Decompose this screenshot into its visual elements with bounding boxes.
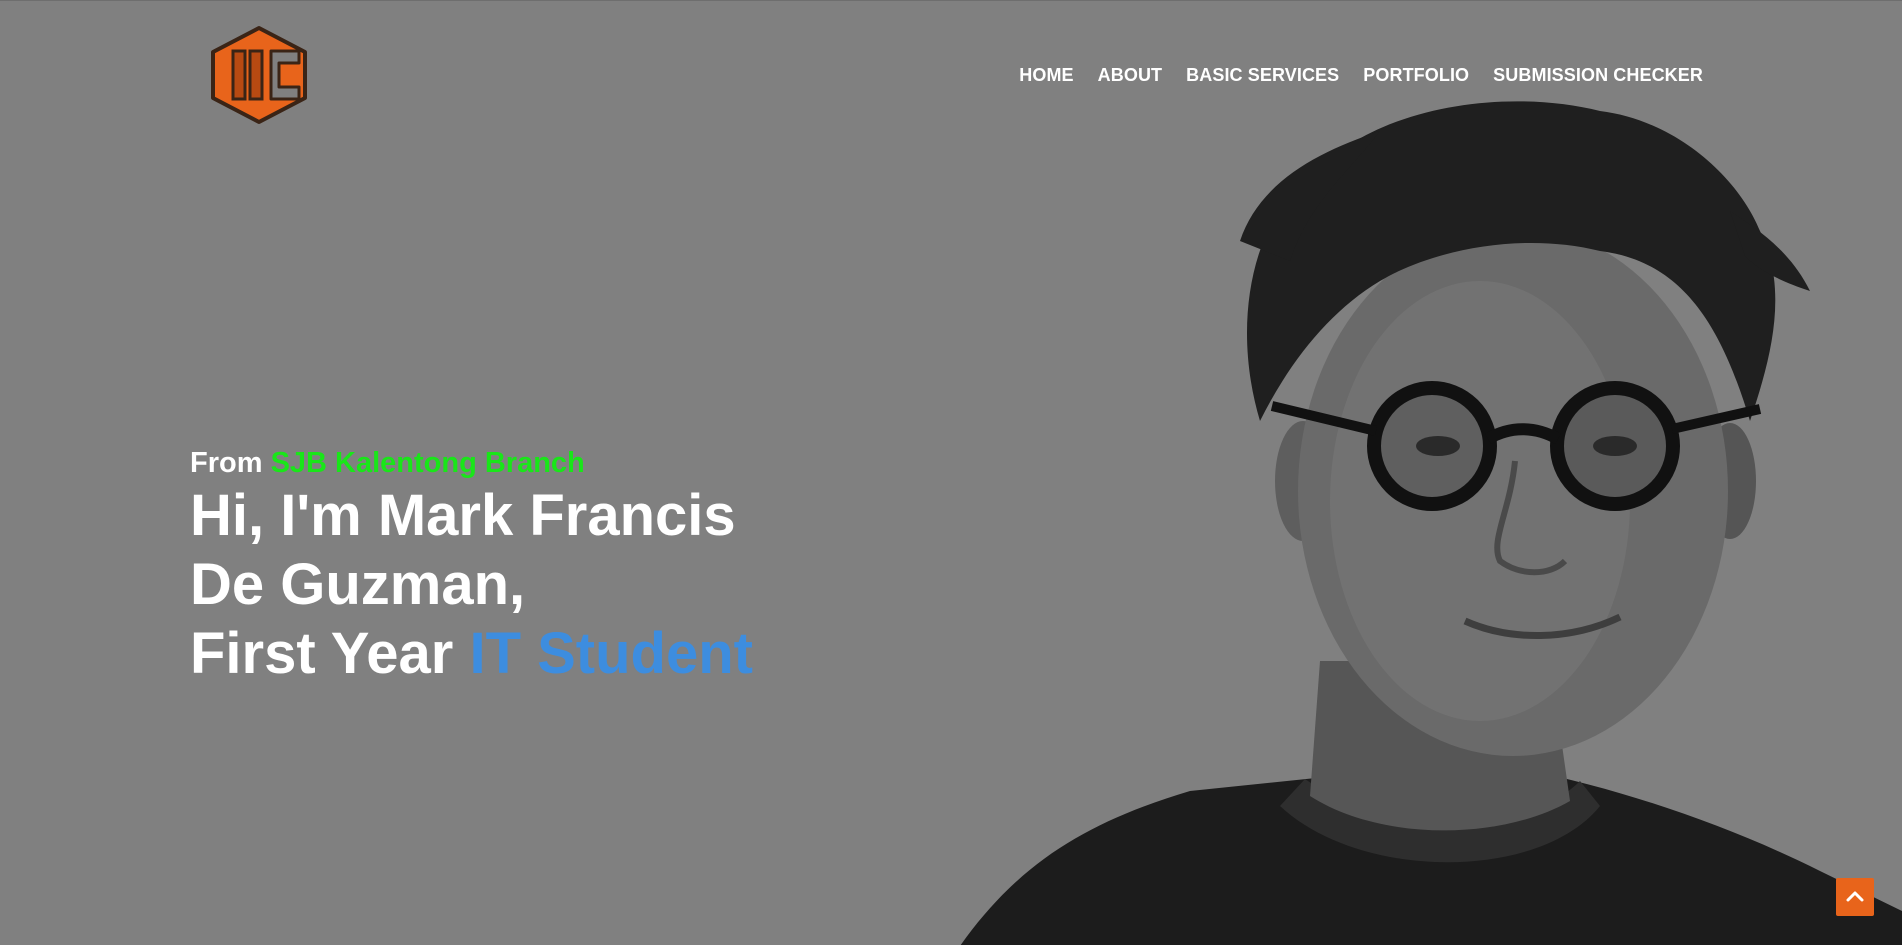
hero-from-line: From SJB Kalentong Branch (190, 445, 753, 481)
scroll-to-top-button[interactable] (1836, 878, 1874, 916)
hero-portrait-image (960, 101, 1902, 945)
hero-branch: SJB Kalentong Branch (270, 447, 585, 479)
hero-section: From SJB Kalentong Branch Hi, I'm Mark F… (190, 445, 753, 688)
hero-heading-line1: Hi, I'm Mark Francis (190, 483, 736, 548)
hexagon-logo-icon (211, 26, 307, 124)
hero-heading: Hi, I'm Mark Francis De Guzman, First Ye… (190, 481, 753, 688)
chevron-up-icon (1846, 891, 1864, 902)
hero-heading-accent: IT Student (469, 621, 753, 686)
hero-heading-line2: De Guzman, (190, 552, 526, 617)
hero-from-prefix: From (190, 447, 263, 479)
hero-heading-line3-prefix: First Year (190, 621, 454, 686)
page: HOME ABOUT BASIC SERVICES PORTFOLIO SUBM… (0, 0, 1902, 945)
site-logo[interactable] (207, 25, 311, 125)
